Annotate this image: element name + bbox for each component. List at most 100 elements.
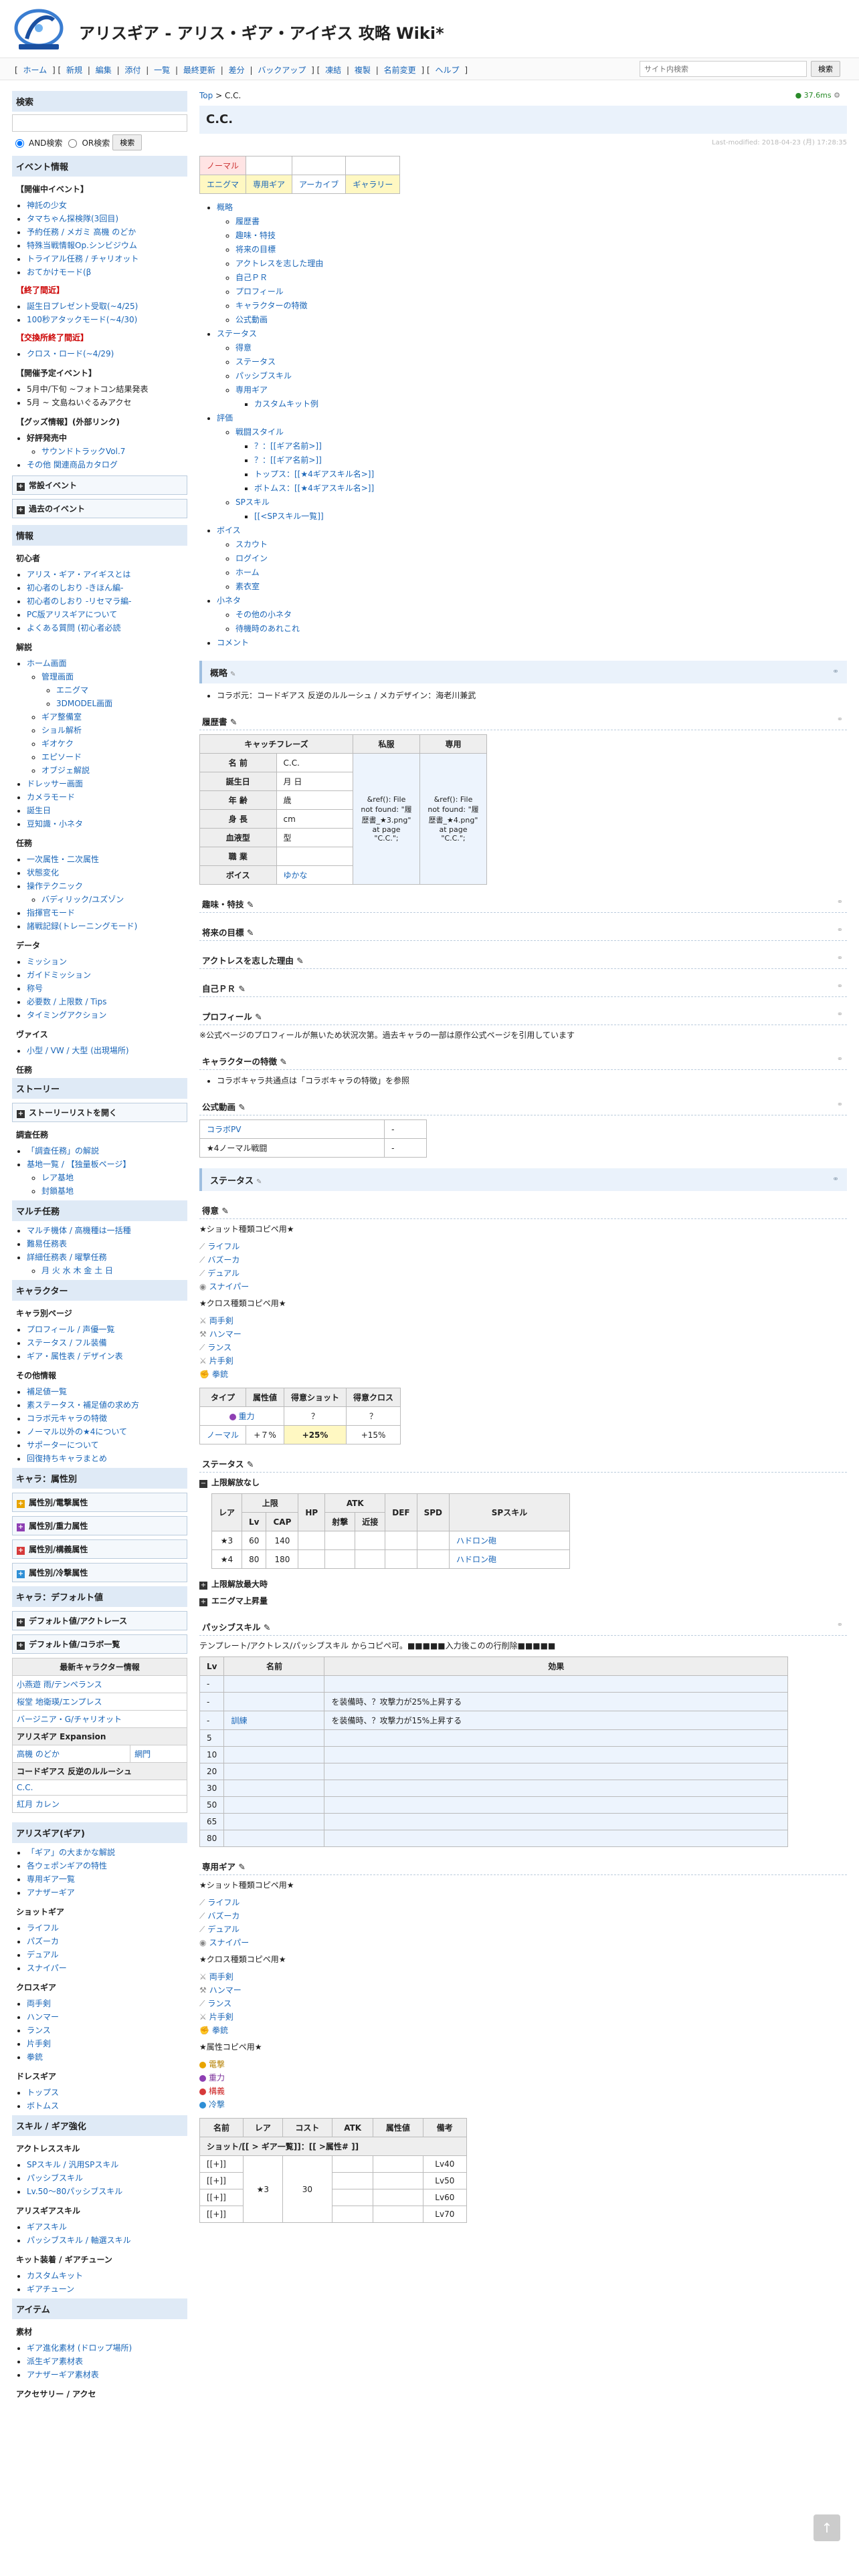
sidebar-link[interactable]: 一次属性・二次属性: [27, 855, 99, 864]
sidebar-link[interactable]: カスタムキット: [27, 2271, 83, 2280]
fold-past-events[interactable]: + 過去のイベント: [12, 499, 187, 518]
sidebar-link[interactable]: 初心者のしおり -きほん編-: [27, 583, 123, 593]
sidebar-link[interactable]: Lv.50～80パッシブスキル: [27, 2187, 122, 2196]
nav-edit-link[interactable]: 編集: [96, 66, 112, 75]
toc-link[interactable]: 戦闘スタイル: [235, 427, 284, 437]
sidebar-search-input[interactable]: [12, 114, 187, 132]
sidebar-link[interactable]: パズーカ: [27, 1937, 59, 1946]
toc-link[interactable]: 小ネタ: [217, 596, 241, 605]
toc-link[interactable]: ？：[[ギア名前>]]: [254, 455, 322, 465]
fold-attr-gravity[interactable]: + 属性別/重力属性: [12, 1516, 187, 1535]
sidebar-link[interactable]: アナザーギア: [27, 1888, 75, 1897]
fold-limit-release[interactable]: + 上限解放最大時: [199, 1578, 847, 1591]
weapon-link[interactable]: デュアル: [207, 1269, 240, 1278]
sidebar-link[interactable]: おてかけモード(β: [27, 267, 91, 277]
sidebar-link[interactable]: 操作テクニック: [27, 881, 83, 891]
sidebar-link[interactable]: エニグマ: [56, 685, 88, 695]
normal-link[interactable]: ノーマル: [207, 1430, 239, 1440]
weapon-link[interactable]: ハンマー: [209, 1329, 242, 1339]
toc-link[interactable]: 評価: [217, 413, 233, 423]
sp-skill-link[interactable]: ハドロン砲: [456, 1555, 496, 1564]
sidebar-link[interactable]: 各ウェポンギアの特性: [27, 1861, 107, 1870]
sidebar-link[interactable]: レア基地: [41, 1173, 74, 1182]
toc-link[interactable]: 履歴書: [235, 217, 260, 226]
nav-home-link[interactable]: ホーム: [23, 66, 47, 75]
toc-link[interactable]: パッシブスキル: [235, 371, 292, 381]
toc-link[interactable]: 趣味・特技: [235, 231, 276, 240]
sidebar-link[interactable]: トップス: [27, 2088, 59, 2097]
sidebar-link[interactable]: 小燕遊 雨/テンペランス: [17, 1680, 102, 1689]
weapon-link[interactable]: ハンマー: [209, 1985, 242, 1995]
sidebar-link[interactable]: ギア整備室: [41, 712, 82, 722]
anchor-icon[interactable]: ⚭: [837, 982, 843, 990]
toc-link[interactable]: [[<SPスキル一覧]]: [254, 512, 324, 521]
tag-cell[interactable]: ギャラリー: [345, 175, 401, 194]
nav-new-link[interactable]: 新規: [66, 66, 82, 75]
sidebar-link[interactable]: 誕生日: [27, 806, 51, 815]
site-logo[interactable]: [12, 5, 66, 52]
nav-help-link[interactable]: ヘルプ: [435, 66, 459, 75]
toc-link[interactable]: コメント: [217, 638, 249, 647]
fold-attr-fire[interactable]: + 属性別/構義属性: [12, 1539, 187, 1559]
sidebar-link[interactable]: タイミングアクション: [27, 1010, 106, 1020]
attr-link[interactable]: 重力: [209, 2073, 225, 2082]
toc-link[interactable]: ？：[[ギア名前>]]: [254, 441, 322, 451]
anchor-icon[interactable]: ⚭: [832, 1174, 839, 1184]
tag-cell[interactable]: アーカイブ: [292, 175, 347, 194]
nav-copy-link[interactable]: 複製: [355, 66, 371, 75]
nav-backup-link[interactable]: バックアップ: [258, 66, 306, 75]
sidebar-link[interactable]: 予約任務 / メガミ 高機 のどか: [27, 227, 136, 237]
toc-link[interactable]: スカウト: [235, 540, 268, 549]
sidebar-link[interactable]: ドレッサー画面: [27, 779, 83, 788]
weapon-link[interactable]: 両手剣: [209, 1316, 233, 1325]
weapon-link[interactable]: ランス: [207, 1343, 231, 1352]
breadcrumb-top-link[interactable]: Top: [199, 91, 213, 100]
toc-link[interactable]: ステータス: [217, 329, 257, 338]
video-link[interactable]: コラボPV: [207, 1125, 241, 1134]
sidebar-link[interactable]: ノーマル以外の★4について: [27, 1427, 127, 1436]
fold-story-list[interactable]: + ストーリーリストを開く: [12, 1103, 187, 1122]
fold-default-actress[interactable]: + デフォルト値/アクトレース: [12, 1611, 187, 1630]
sidebar-link[interactable]: 両手剣: [27, 1999, 51, 2008]
attr-link[interactable]: 重力: [239, 1412, 255, 1421]
fold-attr-electric[interactable]: + 属性別/電撃属性: [12, 1493, 187, 1512]
sidebar-link[interactable]: サポーターについて: [27, 1440, 99, 1450]
weapon-link[interactable]: 片手剣: [209, 1356, 233, 1366]
voice-actor-link[interactable]: ゆかな: [284, 871, 308, 880]
toc-link[interactable]: トップス：[[★4ギアスキル名>]]: [254, 469, 374, 479]
sidebar-link[interactable]: 素ステータス・補足値の求め方: [27, 1400, 139, 1410]
fold-attr-ice[interactable]: + 属性別/冷撃属性: [12, 1563, 187, 1582]
toc-link[interactable]: アクトレスを志した理由: [235, 259, 323, 268]
sidebar-link[interactable]: ギア・属性表 / デザイン表: [27, 1352, 123, 1361]
sidebar-link[interactable]: 称号: [27, 984, 43, 993]
and-radio[interactable]: [15, 139, 24, 148]
sidebar-link[interactable]: 誕生日プレゼント受取(~4/25): [27, 302, 138, 311]
edit-icon[interactable]: ✎: [247, 928, 254, 938]
sidebar-link[interactable]: 指揮官モード: [27, 908, 75, 918]
scroll-to-top-button[interactable]: ↑: [814, 2514, 840, 2541]
toc-link[interactable]: 自己ＰＲ: [235, 273, 268, 282]
nav-attach-link[interactable]: 添付: [124, 66, 140, 75]
toc-link[interactable]: ステータス: [235, 357, 276, 366]
sidebar-link[interactable]: マルチ機体 / 高機種は一括種: [27, 1226, 131, 1235]
weapon-link[interactable]: 拳銃: [212, 1370, 228, 1379]
tag-link[interactable]: ギャラリー: [353, 180, 393, 189]
edit-icon[interactable]: ✎: [221, 1206, 228, 1216]
tag-link[interactable]: アーカイブ: [299, 180, 339, 189]
nav-diff-link[interactable]: 差分: [229, 66, 245, 75]
sidebar-link[interactable]: エピソード: [41, 752, 82, 762]
passive-link[interactable]: 訓練: [231, 1716, 247, 1725]
fold-permanent-events[interactable]: + 常設イベント: [12, 475, 187, 495]
nav-list-link[interactable]: 一覧: [154, 66, 170, 75]
edit-icon[interactable]: ✎: [280, 1057, 286, 1067]
sidebar-link[interactable]: 豆知識・小ネタ: [27, 819, 83, 829]
weapon-link[interactable]: 両手剣: [209, 1972, 233, 1981]
weapon-link[interactable]: ライフル: [207, 1242, 240, 1251]
sidebar-link[interactable]: 補足値一覧: [27, 1387, 67, 1396]
anchor-icon[interactable]: ⚭: [837, 715, 843, 724]
anchor-icon[interactable]: ⚭: [837, 954, 843, 962]
attr-link[interactable]: 電撃: [209, 2060, 225, 2069]
sidebar-search-button[interactable]: 検索: [112, 134, 142, 150]
sidebar-link[interactable]: 状態変化: [27, 868, 59, 877]
toc-link[interactable]: 専用ギア: [235, 385, 268, 395]
